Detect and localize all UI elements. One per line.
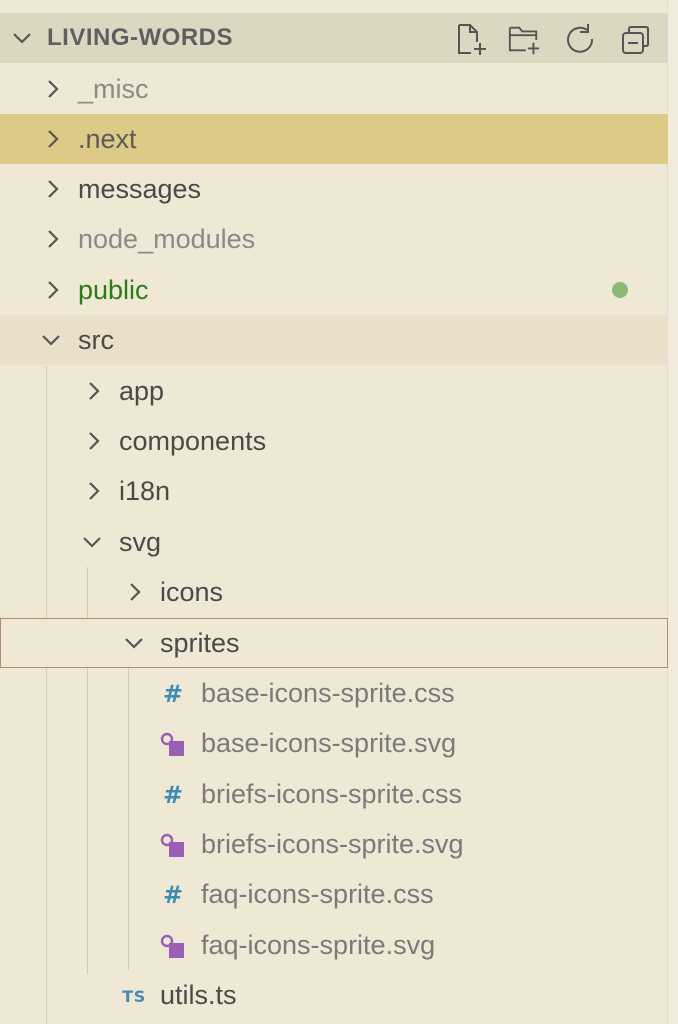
chevron-right-icon (48, 180, 59, 198)
tree-item-misc[interactable]: _misc (0, 64, 668, 114)
tree-item-public[interactable]: public (0, 265, 668, 315)
chevron-down-icon (125, 638, 143, 649)
tree-item-label: i18n (119, 476, 171, 506)
tree-item-node-modules[interactable]: node_modules (0, 214, 668, 264)
tree-item-label: public (78, 275, 149, 305)
tree-item-label: svg (119, 527, 162, 557)
tree-item-sprites[interactable]: sprites (0, 618, 668, 668)
new-folder-button[interactable] (507, 22, 541, 56)
tree-item-label: components (119, 426, 267, 456)
tree-item-label: briefs-icons-sprite.svg (201, 829, 464, 859)
tree-item-label: faq-icons-sprite.css (201, 879, 434, 909)
tree-item-label: _misc (78, 74, 149, 104)
chevron-right-icon (48, 281, 59, 299)
explorer-header[interactable]: LIVING-WORDS (0, 13, 668, 63)
svg-file-icon (160, 933, 186, 959)
chevron-down-icon (42, 335, 60, 346)
tree-item-file[interactable]: # briefs-icons-sprite.css (0, 769, 668, 819)
tree-item-label: node_modules (78, 224, 256, 254)
tree-item-utils[interactable]: TS utils.ts (0, 970, 668, 1020)
css-hash-icon: # (162, 781, 184, 809)
tree-item-app[interactable]: app (0, 366, 668, 416)
tree-item-components[interactable]: components (0, 416, 668, 466)
tree-item-label: app (119, 376, 165, 406)
tree-item-src[interactable]: src (0, 315, 668, 365)
modified-dot-icon (612, 282, 628, 298)
tree-item-label: base-icons-sprite.css (201, 678, 455, 708)
new-folder-icon (508, 26, 540, 55)
explorer-title: LIVING-WORDS (47, 24, 233, 51)
new-file-icon (458, 24, 486, 55)
chevron-right-icon (48, 230, 59, 248)
collapse-all-button[interactable] (619, 22, 653, 56)
tree-item-next[interactable]: .next (0, 114, 668, 164)
tree-item-label: src (78, 325, 114, 355)
tree-item-label: icons (160, 577, 224, 607)
chevron-right-icon (48, 80, 59, 98)
chevron-down-icon (83, 537, 101, 548)
tree-item-label: briefs-icons-sprite.css (201, 779, 463, 809)
file-explorer: LIVING-WORDS _misc .next messages node_m… (0, 0, 678, 1024)
css-hash-icon: # (162, 881, 184, 909)
tree-item-label: faq-icons-sprite.svg (201, 930, 436, 960)
tree-item-svg[interactable]: svg (0, 517, 668, 567)
svg-file-icon (160, 832, 186, 858)
tree-item-icons[interactable]: icons (0, 567, 668, 617)
scrollbar[interactable] (667, 0, 678, 1024)
tree-item-file[interactable]: # faq-icons-sprite.css (0, 869, 668, 919)
chevron-right-icon (89, 432, 100, 450)
tree-item-file[interactable]: base-icons-sprite.svg (0, 718, 668, 768)
chevron-right-icon (130, 583, 141, 601)
chevron-right-icon (89, 482, 100, 500)
tree-item-label: utils.ts (160, 980, 237, 1010)
tree-item-file[interactable]: briefs-icons-sprite.svg (0, 819, 668, 869)
tree-item-label: .next (78, 124, 137, 154)
refresh-icon (567, 24, 594, 53)
new-file-button[interactable] (453, 22, 487, 56)
tree-item-messages[interactable]: messages (0, 164, 668, 214)
typescript-file-icon: TS (122, 986, 146, 1006)
tree-item-i18n[interactable]: i18n (0, 466, 668, 516)
tree-item-file[interactable]: faq-icons-sprite.svg (0, 920, 668, 970)
chevron-down-icon[interactable] (10, 26, 34, 50)
svg-file-icon (160, 731, 186, 757)
collapse-all-icon (622, 26, 649, 54)
tree-item-label: messages (78, 174, 202, 204)
tree-item-label: base-icons-sprite.svg (201, 728, 457, 758)
tree-item-file[interactable]: # base-icons-sprite.css (0, 668, 668, 718)
css-hash-icon: # (162, 680, 184, 708)
refresh-button[interactable] (563, 22, 597, 56)
chevron-right-icon (48, 130, 59, 148)
tree-item-label: sprites (160, 628, 240, 658)
chevron-right-icon (89, 382, 100, 400)
